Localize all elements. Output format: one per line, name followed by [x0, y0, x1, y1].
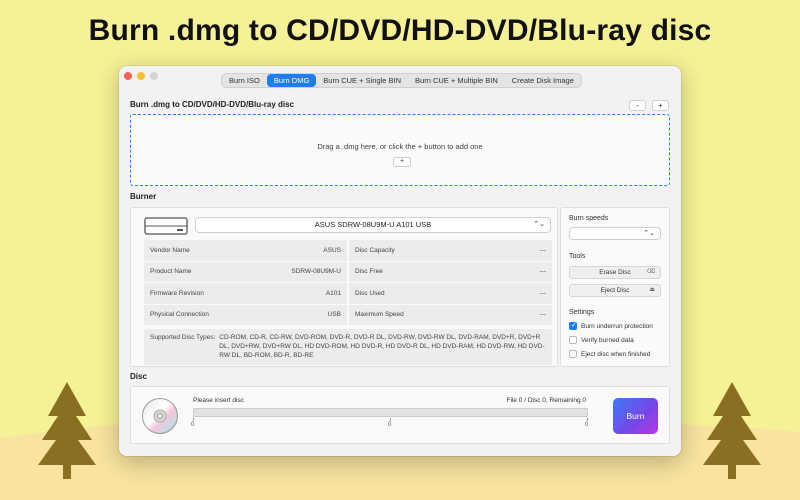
info-value: --- — [539, 289, 547, 297]
disc-icon — [142, 398, 178, 434]
progress-tick — [390, 418, 391, 421]
drop-zone[interactable]: Drag a .dmg here, or click the + button … — [130, 114, 670, 186]
progress-tick-label: 0 — [191, 422, 195, 428]
disc-progress-counter: File 0 / Disc 0, Remaining 0 — [506, 397, 586, 404]
chevron-updown-icon: ⌃⌄ — [643, 230, 655, 237]
erase-icon: ⌫ — [646, 269, 655, 275]
tab-burn-cue-single-bin[interactable]: Burn CUE + Single BIN — [316, 74, 408, 87]
supported-disc-types-value: CD-ROM, CD-R, CD-RW, DVD-ROM, DVD-R, DVD… — [219, 334, 545, 359]
headline: Burn .dmg to CD/DVD/HD-DVD/Blu-ray disc — [88, 14, 712, 47]
info-value: --- — [539, 311, 547, 319]
info-label: Maximum Speed — [355, 311, 404, 319]
progress-tick — [587, 418, 588, 421]
tab-create-disk-image[interactable]: Create Disk Image — [505, 74, 581, 87]
drop-zone-hint: Drag a .dmg here, or click the + button … — [317, 142, 483, 151]
tools-label: Tools — [569, 253, 586, 260]
burner-device-value: ASUS SDRW-08U9M-U A101 USB — [314, 220, 432, 229]
info-label: Disc Used — [355, 289, 385, 297]
info-value: USB — [327, 311, 341, 319]
option-eject-when-finished[interactable]: Eject disc when finished — [569, 350, 650, 358]
source-section-title: Burn .dmg to CD/DVD/HD-DVD/Blu-ray disc — [130, 100, 295, 109]
remove-file-button[interactable]: - — [629, 100, 646, 111]
erase-disc-label: Erase Disc — [599, 269, 631, 276]
disc-panel: Please insert disc File 0 / Disc 0, Rema… — [130, 386, 670, 444]
checkbox-unchecked[interactable] — [569, 350, 577, 358]
info-label: Product Name — [150, 268, 192, 276]
info-value: --- — [539, 268, 547, 276]
progress-tick — [193, 418, 194, 421]
app-window: Burn ISO Burn DMG Burn CUE + Single BIN … — [119, 66, 681, 456]
minimize-window-button[interactable] — [137, 72, 145, 80]
info-label: Firmware Revision — [150, 289, 204, 297]
info-label: Disc Free — [355, 268, 383, 276]
option-label: Verify burned data — [581, 336, 634, 344]
burner-panel: ASUS SDRW-08U9M-U A101 USB ⌃⌄ Vendor Nam… — [130, 207, 558, 367]
eject-disc-label: Eject Disc — [600, 287, 630, 294]
info-label: Disc Capacity — [355, 246, 395, 254]
info-disc-used: Disc Used --- — [349, 283, 552, 304]
info-physical-connection: Physical Connection USB — [144, 304, 347, 325]
info-value: ASUS — [323, 246, 341, 254]
tab-burn-iso[interactable]: Burn ISO — [222, 74, 267, 87]
mode-tabs: Burn ISO Burn DMG Burn CUE + Single BIN … — [221, 73, 582, 88]
disc-section-title: Disc — [130, 372, 147, 381]
checkbox-unchecked[interactable] — [569, 336, 577, 344]
burn-button[interactable]: Burn — [613, 398, 658, 434]
burn-speeds-label: Burn speeds — [569, 215, 609, 222]
info-product-name: Product Name SDRW-08U9M-U — [144, 261, 347, 282]
info-maximum-speed: Maximum Speed --- — [349, 304, 552, 325]
burn-progress-bar — [193, 408, 588, 417]
tab-burn-dmg[interactable]: Burn DMG — [266, 74, 317, 87]
option-verify-data[interactable]: Verify burned data — [569, 336, 634, 344]
add-file-button[interactable]: + — [652, 100, 669, 111]
close-window-button[interactable] — [124, 72, 132, 80]
info-value: SDRW-08U9M-U — [291, 268, 341, 276]
drop-zone-add-button[interactable]: + — [393, 157, 411, 167]
supported-disc-types: Supported Disc Types: CD-ROM, CD-R, CD-R… — [144, 329, 552, 365]
option-underrun-protection[interactable]: Burn underrun protection — [569, 321, 653, 330]
info-disc-free: Disc Free --- — [349, 261, 552, 282]
info-value: A101 — [325, 289, 341, 297]
eject-disc-button[interactable]: Eject Disc ⏏ — [569, 284, 661, 297]
supported-disc-types-label: Supported Disc Types: — [150, 334, 216, 341]
window-controls — [124, 72, 158, 80]
burner-device-select[interactable]: ASUS SDRW-08U9M-U A101 USB ⌃⌄ — [195, 217, 551, 233]
burner-options-panel: Burn speeds ⌃⌄ Tools Erase Disc ⌫ Eject … — [560, 207, 670, 367]
tab-burn-cue-multiple-bin[interactable]: Burn CUE + Multiple BIN — [408, 74, 505, 87]
disc-status-text: Please insert disc — [193, 397, 244, 404]
info-firmware-revision: Firmware Revision A101 — [144, 283, 347, 304]
info-value: --- — [539, 246, 547, 254]
option-label: Eject disc when finished — [581, 350, 651, 358]
erase-disc-button[interactable]: Erase Disc ⌫ — [569, 266, 661, 279]
optical-drive-icon — [144, 217, 188, 235]
info-disc-capacity: Disc Capacity --- — [349, 240, 552, 261]
burner-info-grid: Vendor Name ASUS Disc Capacity --- Product… — [144, 240, 552, 325]
checkbox-checked[interactable] — [569, 321, 577, 330]
progress-tick-label: 0 — [585, 422, 589, 428]
info-vendor-name: Vendor Name ASUS — [144, 240, 347, 261]
info-label: Vendor Name — [150, 246, 190, 254]
option-label: Burn underrun protection — [581, 322, 653, 330]
progress-tick-label: 0 — [388, 422, 392, 428]
info-label: Physical Connection — [150, 311, 209, 319]
zoom-window-button[interactable] — [150, 72, 158, 80]
settings-label: Settings — [569, 309, 595, 316]
burn-speed-select[interactable]: ⌃⌄ — [569, 227, 661, 240]
burner-section-title: Burner — [130, 192, 157, 201]
chevron-updown-icon: ⌃⌄ — [533, 221, 545, 228]
eject-icon: ⏏ — [649, 287, 655, 293]
